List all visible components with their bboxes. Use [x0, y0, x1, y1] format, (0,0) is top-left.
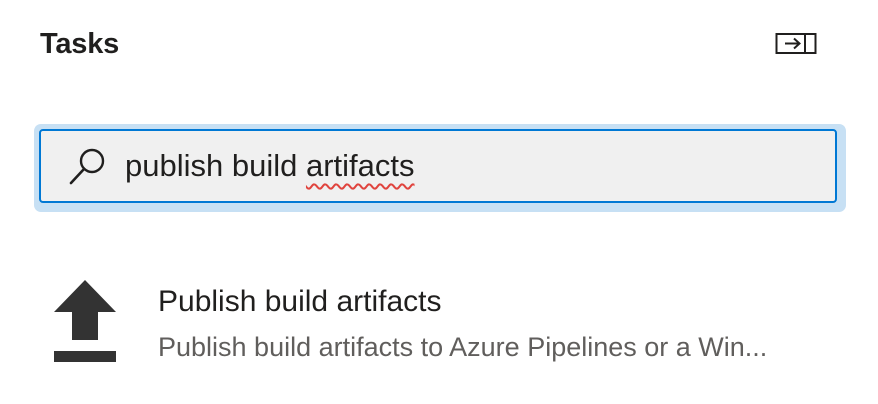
search-icon	[67, 145, 109, 187]
upload-icon	[54, 280, 116, 362]
search-field-focus-ring: publish build artifacts	[34, 124, 846, 212]
search-input[interactable]: publish build artifacts	[39, 129, 837, 203]
collapse-panel-button[interactable]	[774, 31, 820, 57]
panel-title: Tasks	[40, 28, 120, 60]
task-list-item[interactable]: Publish build artifacts Publish build ar…	[40, 270, 840, 380]
spellcheck-underlined-word: artifacts	[305, 148, 415, 183]
task-description: Publish build artifacts to Azure Pipelin…	[158, 332, 768, 362]
collapse-panel-icon	[775, 33, 817, 54]
task-name: Publish build artifacts	[158, 285, 442, 318]
search-input-value[interactable]: publish build artifacts	[125, 148, 415, 184]
